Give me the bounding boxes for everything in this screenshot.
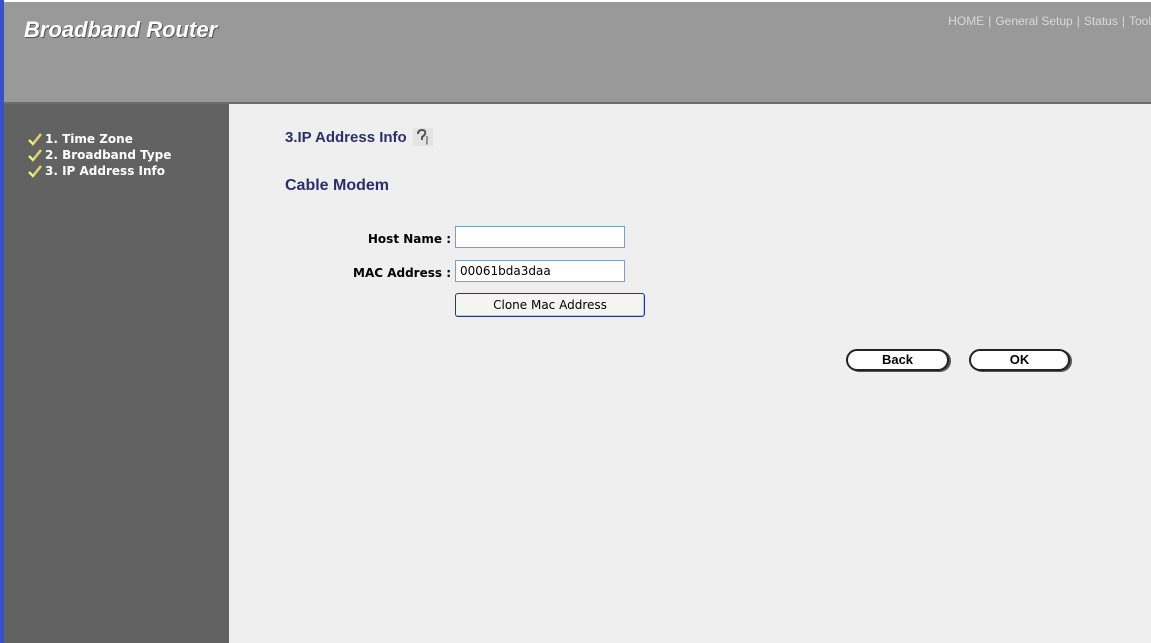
nav-general-setup[interactable]: General Setup — [995, 14, 1072, 28]
section-title: Cable Modem — [285, 177, 390, 194]
sidebar-list: 1. Time Zone 2. Broadband Type 3. IP Add… — [4, 131, 171, 179]
page-title-text: 3.IP Address Info — [285, 128, 407, 146]
top-nav: HOME | General Setup | Status | Tool — [948, 14, 1151, 28]
sidebar-item-label: 3. IP Address Info — [45, 163, 165, 178]
sidebar-item-ip-address-info[interactable]: 3. IP Address Info — [28, 163, 171, 178]
brand-title: Broadband Router — [24, 17, 218, 42]
mac-address-label: MAC Address : — [353, 266, 451, 280]
check-icon — [28, 148, 42, 162]
ok-button[interactable]: OK — [969, 349, 1070, 371]
check-icon — [28, 132, 42, 146]
host-name-label: Host Name : — [367, 232, 451, 246]
sidebar-item-label: 1. Time Zone — [45, 131, 133, 146]
nav-home[interactable]: HOME — [948, 14, 984, 28]
main-content: 3.IP Address Info Cable Modem Host Name … — [229, 104, 1151, 643]
check-icon — [28, 164, 42, 178]
sidebar-item-time-zone[interactable]: 1. Time Zone — [28, 131, 171, 146]
clone-mac-address-button[interactable]: Clone Mac Address — [455, 293, 645, 317]
sidebar: 1. Time Zone 2. Broadband Type 3. IP Add… — [4, 104, 229, 643]
header-top-line — [4, 0, 1151, 2]
sidebar-item-broadband-type[interactable]: 2. Broadband Type — [28, 147, 171, 162]
back-button[interactable]: Back — [846, 349, 949, 371]
nav-status[interactable]: Status — [1084, 14, 1118, 28]
page-title: 3.IP Address Info — [285, 128, 433, 146]
mac-address-input[interactable] — [455, 260, 625, 282]
host-name-input[interactable] — [455, 226, 625, 248]
sidebar-item-label: 2. Broadband Type — [45, 147, 172, 162]
header: Broadband Router HOME | General Setup | Stat… — [4, 0, 1151, 104]
nav-tool[interactable]: Tool — [1129, 14, 1151, 28]
help-icon[interactable] — [412, 128, 433, 146]
